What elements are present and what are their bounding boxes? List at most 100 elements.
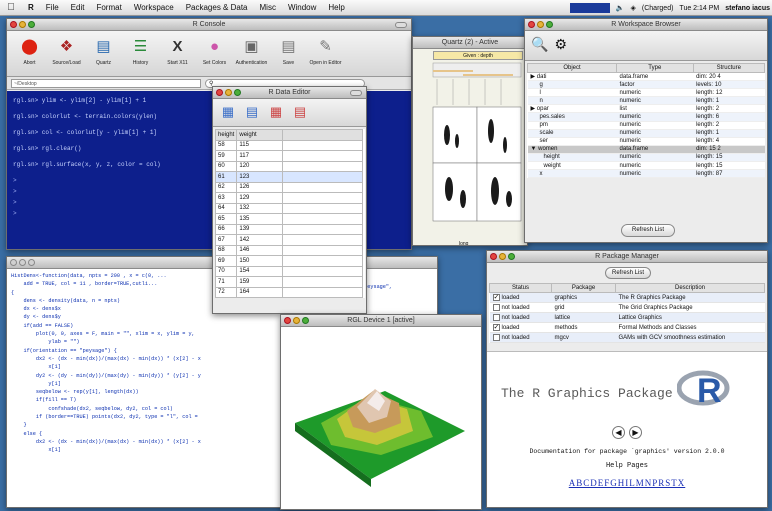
table-row[interactable]: 66 139 <box>214 223 364 235</box>
col-package[interactable]: Package <box>551 283 616 293</box>
table-row[interactable]: 64 132 <box>214 202 364 214</box>
table-row[interactable]: 63 129 <box>214 192 364 204</box>
zoom-button[interactable] <box>28 259 35 266</box>
table-row[interactable]: 60 120 <box>214 160 364 172</box>
col-height[interactable]: height <box>214 129 238 141</box>
close-button[interactable] <box>10 21 17 28</box>
battery-status[interactable]: (Charged) <box>642 5 674 12</box>
table-row[interactable]: ▶ opar list length: 2 <box>527 104 765 114</box>
table-row[interactable]: 72 164 <box>214 286 364 298</box>
apple-menu-icon[interactable]:  <box>0 2 22 13</box>
zoom-button[interactable] <box>302 317 309 324</box>
table-row[interactable]: ▶ dati data.frame dim: 20 4 <box>527 72 765 82</box>
clock[interactable]: Tue 2:14 PM <box>679 5 719 12</box>
col-structure[interactable]: Structure <box>692 63 766 73</box>
zoom-button[interactable] <box>234 89 241 96</box>
volume-icon[interactable]: 🔈 <box>616 4 625 12</box>
table-row[interactable]: 58 115 <box>214 139 364 151</box>
app-menu[interactable]: R <box>22 3 40 12</box>
add-column-icon[interactable]: ▦ <box>219 103 237 121</box>
table-row[interactable]: pes.sales numeric length: 6 <box>527 112 765 122</box>
remove-column-icon[interactable]: ▦ <box>267 103 285 121</box>
rgl-titlebar[interactable]: RGL Device 1 [active] <box>281 315 481 327</box>
minimize-button[interactable] <box>293 317 300 324</box>
help-alphabet-index[interactable]: ABCDEFGHILMNPRSTX <box>487 478 767 488</box>
table-row[interactable]: height numeric length: 15 <box>527 153 765 163</box>
back-icon[interactable]: ◀ <box>612 426 625 439</box>
minimize-button[interactable] <box>19 259 26 266</box>
package-checkbox[interactable]: ✓ <box>492 323 500 331</box>
close-button[interactable] <box>216 89 223 96</box>
data-grid[interactable]: height weight 58 115 59 117 60 120 61 123 62… <box>214 129 365 298</box>
coplot[interactable]: Given : depth long <box>413 49 527 245</box>
user-name[interactable]: stefano iacus <box>725 5 770 12</box>
table-row[interactable]: 61 123 <box>214 171 364 183</box>
minimize-button[interactable] <box>499 253 506 260</box>
table-row[interactable]: 68 146 <box>214 244 364 256</box>
table-row[interactable]: scale numeric length: 1 <box>527 129 765 138</box>
console-titlebar[interactable]: R Console <box>7 19 411 31</box>
authentication-button[interactable]: ▣ Authentication <box>233 35 270 66</box>
zoom-button[interactable] <box>546 21 553 28</box>
table-row[interactable]: ✓ loaded methods Formal Methods and Classes <box>489 322 765 333</box>
table-row[interactable]: weight numeric length: 15 <box>527 161 765 171</box>
minimize-button[interactable] <box>537 21 544 28</box>
save-button[interactable]: ▤ Save <box>270 35 307 66</box>
table-row[interactable]: not loaded mgcv GAMs with GCV smoothness e… <box>489 332 765 343</box>
menu-workspace[interactable]: Workspace <box>128 3 180 12</box>
minimize-button[interactable] <box>225 89 232 96</box>
working-directory-field[interactable]: ~/Desktop <box>11 78 201 88</box>
table-row[interactable]: not loaded grid The Grid Graphics Package <box>489 302 765 313</box>
quartz-button[interactable]: ▤ Quartz <box>85 35 122 66</box>
surface-plot[interactable] <box>281 327 481 509</box>
toolbar-toggle[interactable] <box>395 22 407 28</box>
menu-help[interactable]: Help <box>322 3 350 12</box>
close-button[interactable] <box>490 253 497 260</box>
menu-format[interactable]: Format <box>90 3 127 12</box>
table-row[interactable]: pm numeric length: 2 <box>527 121 765 130</box>
package-help-pane[interactable]: The R Graphics Package R ◀ ▶ Documentati… <box>487 351 767 507</box>
table-row[interactable]: not loaded lattice Lattice Graphics <box>489 312 765 323</box>
open-in-editor-button[interactable]: ✎ Open in Editor <box>307 35 344 66</box>
source-load-button[interactable]: ❖ Source/Load <box>48 35 85 66</box>
package-checkbox[interactable] <box>492 313 500 321</box>
package-checkbox[interactable]: ✓ <box>492 293 500 301</box>
toolbar-toggle[interactable] <box>350 90 362 96</box>
set-colors-button[interactable]: ● Set Colors <box>196 35 233 67</box>
zoom-button[interactable] <box>508 253 515 260</box>
table-row[interactable]: 65 135 <box>214 213 364 225</box>
col-object[interactable]: Object <box>526 63 618 73</box>
table-row[interactable]: n numeric length: 1 <box>527 96 765 106</box>
table-row[interactable]: 59 117 <box>214 150 364 162</box>
close-button[interactable] <box>284 317 291 324</box>
abort-button[interactable]: ⬤ Abort <box>11 35 48 66</box>
table-row[interactable]: 67 142 <box>214 234 364 246</box>
refresh-packages-button[interactable]: Refresh List <box>605 267 651 279</box>
refresh-list-button[interactable]: Refresh List <box>621 224 675 237</box>
close-button[interactable] <box>10 259 17 266</box>
col-status[interactable]: Status <box>489 283 552 293</box>
col-type[interactable]: Type <box>616 63 694 73</box>
menu-misc[interactable]: Misc <box>254 3 282 12</box>
flag-icon[interactable] <box>569 3 610 13</box>
table-row[interactable]: 70 154 <box>214 265 364 277</box>
package-checkbox[interactable] <box>492 333 500 341</box>
table-row[interactable]: ✓ loaded graphics The R Graphics Package <box>489 292 765 303</box>
remove-row-icon[interactable]: ▤ <box>291 103 309 121</box>
package-manager-titlebar[interactable]: R Package Manager <box>487 251 767 263</box>
forward-icon[interactable]: ▶ <box>629 426 642 439</box>
data-editor-titlebar[interactable]: R Data Editor <box>213 87 366 99</box>
menu-file[interactable]: File <box>40 3 65 12</box>
zoom-button[interactable] <box>28 21 35 28</box>
add-row-icon[interactable]: ▤ <box>243 103 261 121</box>
menu-window[interactable]: Window <box>282 3 322 12</box>
quartz-titlebar[interactable]: Quartz (2) - Active <box>413 37 527 49</box>
close-button[interactable] <box>528 21 535 28</box>
package-checkbox[interactable] <box>492 303 500 311</box>
magnifier-icon[interactable]: 🔍 <box>531 36 548 55</box>
menu-packages-data[interactable]: Packages & Data <box>180 3 254 12</box>
table-row[interactable]: ser numeric length: 4 <box>527 137 765 146</box>
col-description[interactable]: Description <box>615 283 765 293</box>
minimize-button[interactable] <box>19 21 26 28</box>
table-row[interactable]: 69 150 <box>214 255 364 267</box>
